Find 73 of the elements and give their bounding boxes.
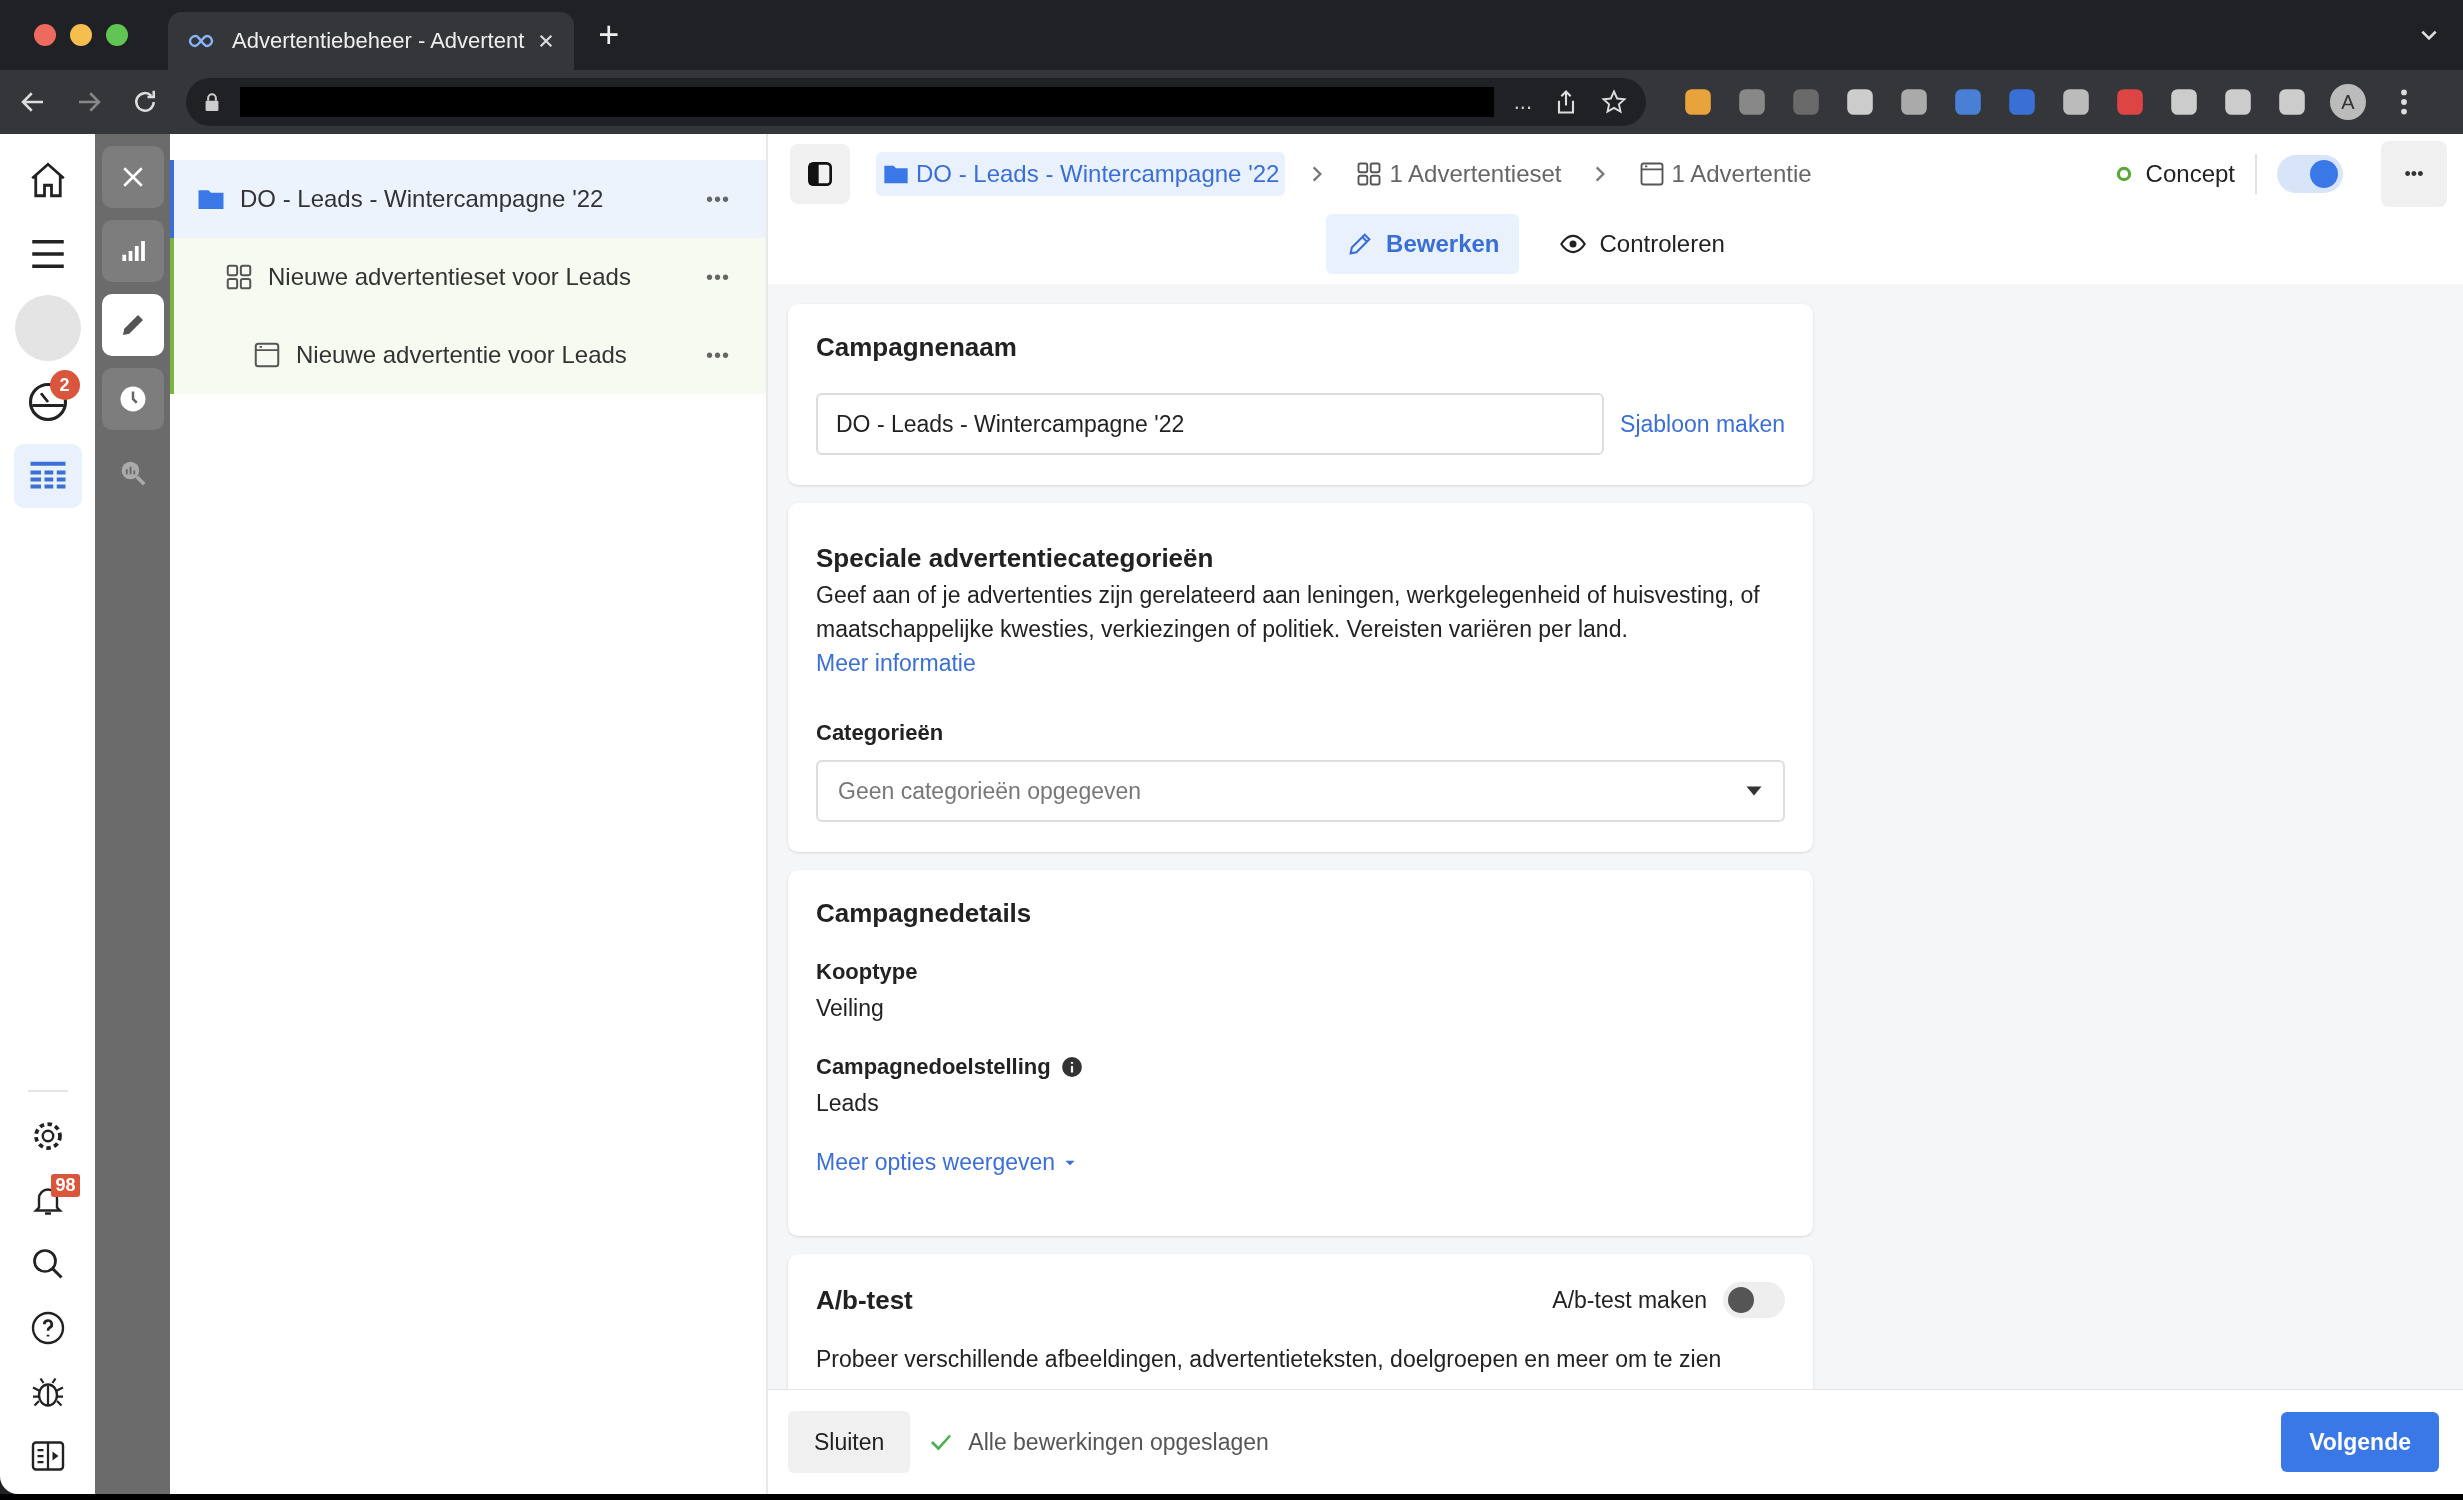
help-icon	[29, 1310, 66, 1346]
extension-icon[interactable]	[1682, 86, 1714, 118]
more-menu[interactable]: •••	[706, 343, 730, 367]
field-value: Leads	[816, 1090, 880, 1117]
tool-button[interactable]	[101, 220, 164, 282]
extension-icon[interactable]	[2222, 86, 2254, 118]
nav-item[interactable]: 98	[13, 1174, 82, 1226]
status-dot-icon	[2115, 166, 2132, 182]
grid-icon	[224, 262, 254, 292]
zoom-light[interactable]	[106, 24, 128, 46]
extension-icon[interactable]	[1736, 86, 1768, 118]
campaign-name-field[interactable]: DO - Leads - Wintercampagne '22	[816, 393, 1605, 455]
tool-button[interactable]	[101, 368, 164, 430]
caret-icon	[1745, 785, 1763, 797]
section-title: Campagnenaam	[816, 332, 1018, 363]
panel-icon	[29, 1438, 66, 1474]
info-icon	[1060, 1056, 1083, 1078]
tab[interactable]: Bewerken	[1326, 214, 1520, 274]
toggle-switch[interactable]	[1723, 1282, 1785, 1318]
lock-icon	[204, 93, 220, 111]
window-icon	[252, 340, 282, 370]
more-menu[interactable]: •••	[706, 265, 730, 289]
breadcrumb-item[interactable]: DO - Leads - Wintercampagne '22	[876, 152, 1286, 196]
extension-icon[interactable]	[2060, 86, 2092, 118]
tool-button[interactable]	[101, 294, 164, 356]
field-value: Veiling	[816, 995, 885, 1022]
tree-item[interactable]: DO - Leads - Wintercampagne '22 •••	[170, 160, 766, 238]
description-text: Geef aan of je advertenties zijn gerelateerd aan leningen, werkgelegenheid of huisvesting, of maatschappelijke kwesties, verkiezingen of politiek. Vereisten variëren per land. Meer informatie	[816, 581, 1761, 678]
extension-icon[interactable]	[1844, 86, 1876, 118]
section-title: Campagnedetails	[816, 898, 1033, 929]
extension-icon[interactable]	[2168, 86, 2200, 118]
more-button[interactable]: •••	[2381, 141, 2447, 207]
description-text: Probeer verschillende afbeeldingen, advertentieteksten, doelgroepen en meer om te zien	[816, 1345, 1723, 1374]
field-label: Categorieën	[816, 720, 945, 746]
close-light[interactable]	[34, 24, 56, 46]
tree-item[interactable]: Nieuwe advertentie voor Leads •••	[170, 316, 766, 394]
more-options-link[interactable]: Meer opties weergeven	[816, 1149, 1078, 1176]
notification-badge: 98	[51, 1174, 80, 1197]
profile-avatar[interactable]: A	[2330, 84, 2366, 120]
next-button[interactable]: Volgende	[2281, 1412, 2439, 1472]
toggle-switch[interactable]	[2277, 155, 2343, 193]
close-button[interactable]: Sluiten	[788, 1411, 911, 1473]
tab-title: Advertentiebeheer - Advertent	[232, 28, 525, 54]
star-icon[interactable]	[1600, 88, 1628, 116]
notification-badge: 2	[49, 370, 80, 400]
extension-icon[interactable]	[2276, 86, 2308, 118]
ellipsis-text: ...	[1513, 89, 1532, 115]
field-label: Kooptype	[816, 959, 918, 985]
more-info-link[interactable]: Meer informatie	[816, 650, 976, 676]
new-tab-button[interactable]: +	[598, 14, 620, 56]
save-status: Alle bewerkingen opgeslagen	[968, 1428, 1269, 1456]
categories-dropdown[interactable]: Geen categorieën opgegeven	[816, 760, 1785, 822]
status-label: Concept	[2145, 160, 2235, 188]
template-link[interactable]: Sjabloon maken	[1620, 410, 1785, 438]
breadcrumb-item[interactable]: 1 Advertentieset	[1349, 152, 1568, 196]
section-title: A/b-test	[816, 1284, 914, 1316]
sidebar-toggle-icon[interactable]	[790, 144, 850, 204]
tab[interactable]: Controleren	[1539, 214, 1745, 274]
extension-icon[interactable]	[1898, 86, 1930, 118]
section-title: Speciale advertentiecategorieën	[816, 543, 1215, 574]
extension-icon[interactable]	[1952, 86, 1984, 118]
more-menu[interactable]: •••	[706, 187, 730, 211]
tree-item[interactable]: Nieuwe advertentieset voor Leads •••	[170, 238, 766, 316]
minimize-light[interactable]	[70, 24, 92, 46]
nav-item[interactable]: 2	[13, 370, 82, 434]
tool-button[interactable]	[101, 146, 164, 208]
address-bar[interactable]: ...	[186, 78, 1646, 126]
breadcrumb-item[interactable]: 1 Advertentie	[1631, 152, 1818, 196]
close-icon[interactable]	[538, 33, 555, 49]
field-label: Campagnedoelstelling	[816, 1054, 1051, 1080]
avatar-icon	[14, 295, 81, 361]
toggle-label: A/b-test maken	[1552, 1286, 1707, 1314]
browser-tab[interactable]: Advertentiebeheer - Advertent	[168, 12, 575, 70]
